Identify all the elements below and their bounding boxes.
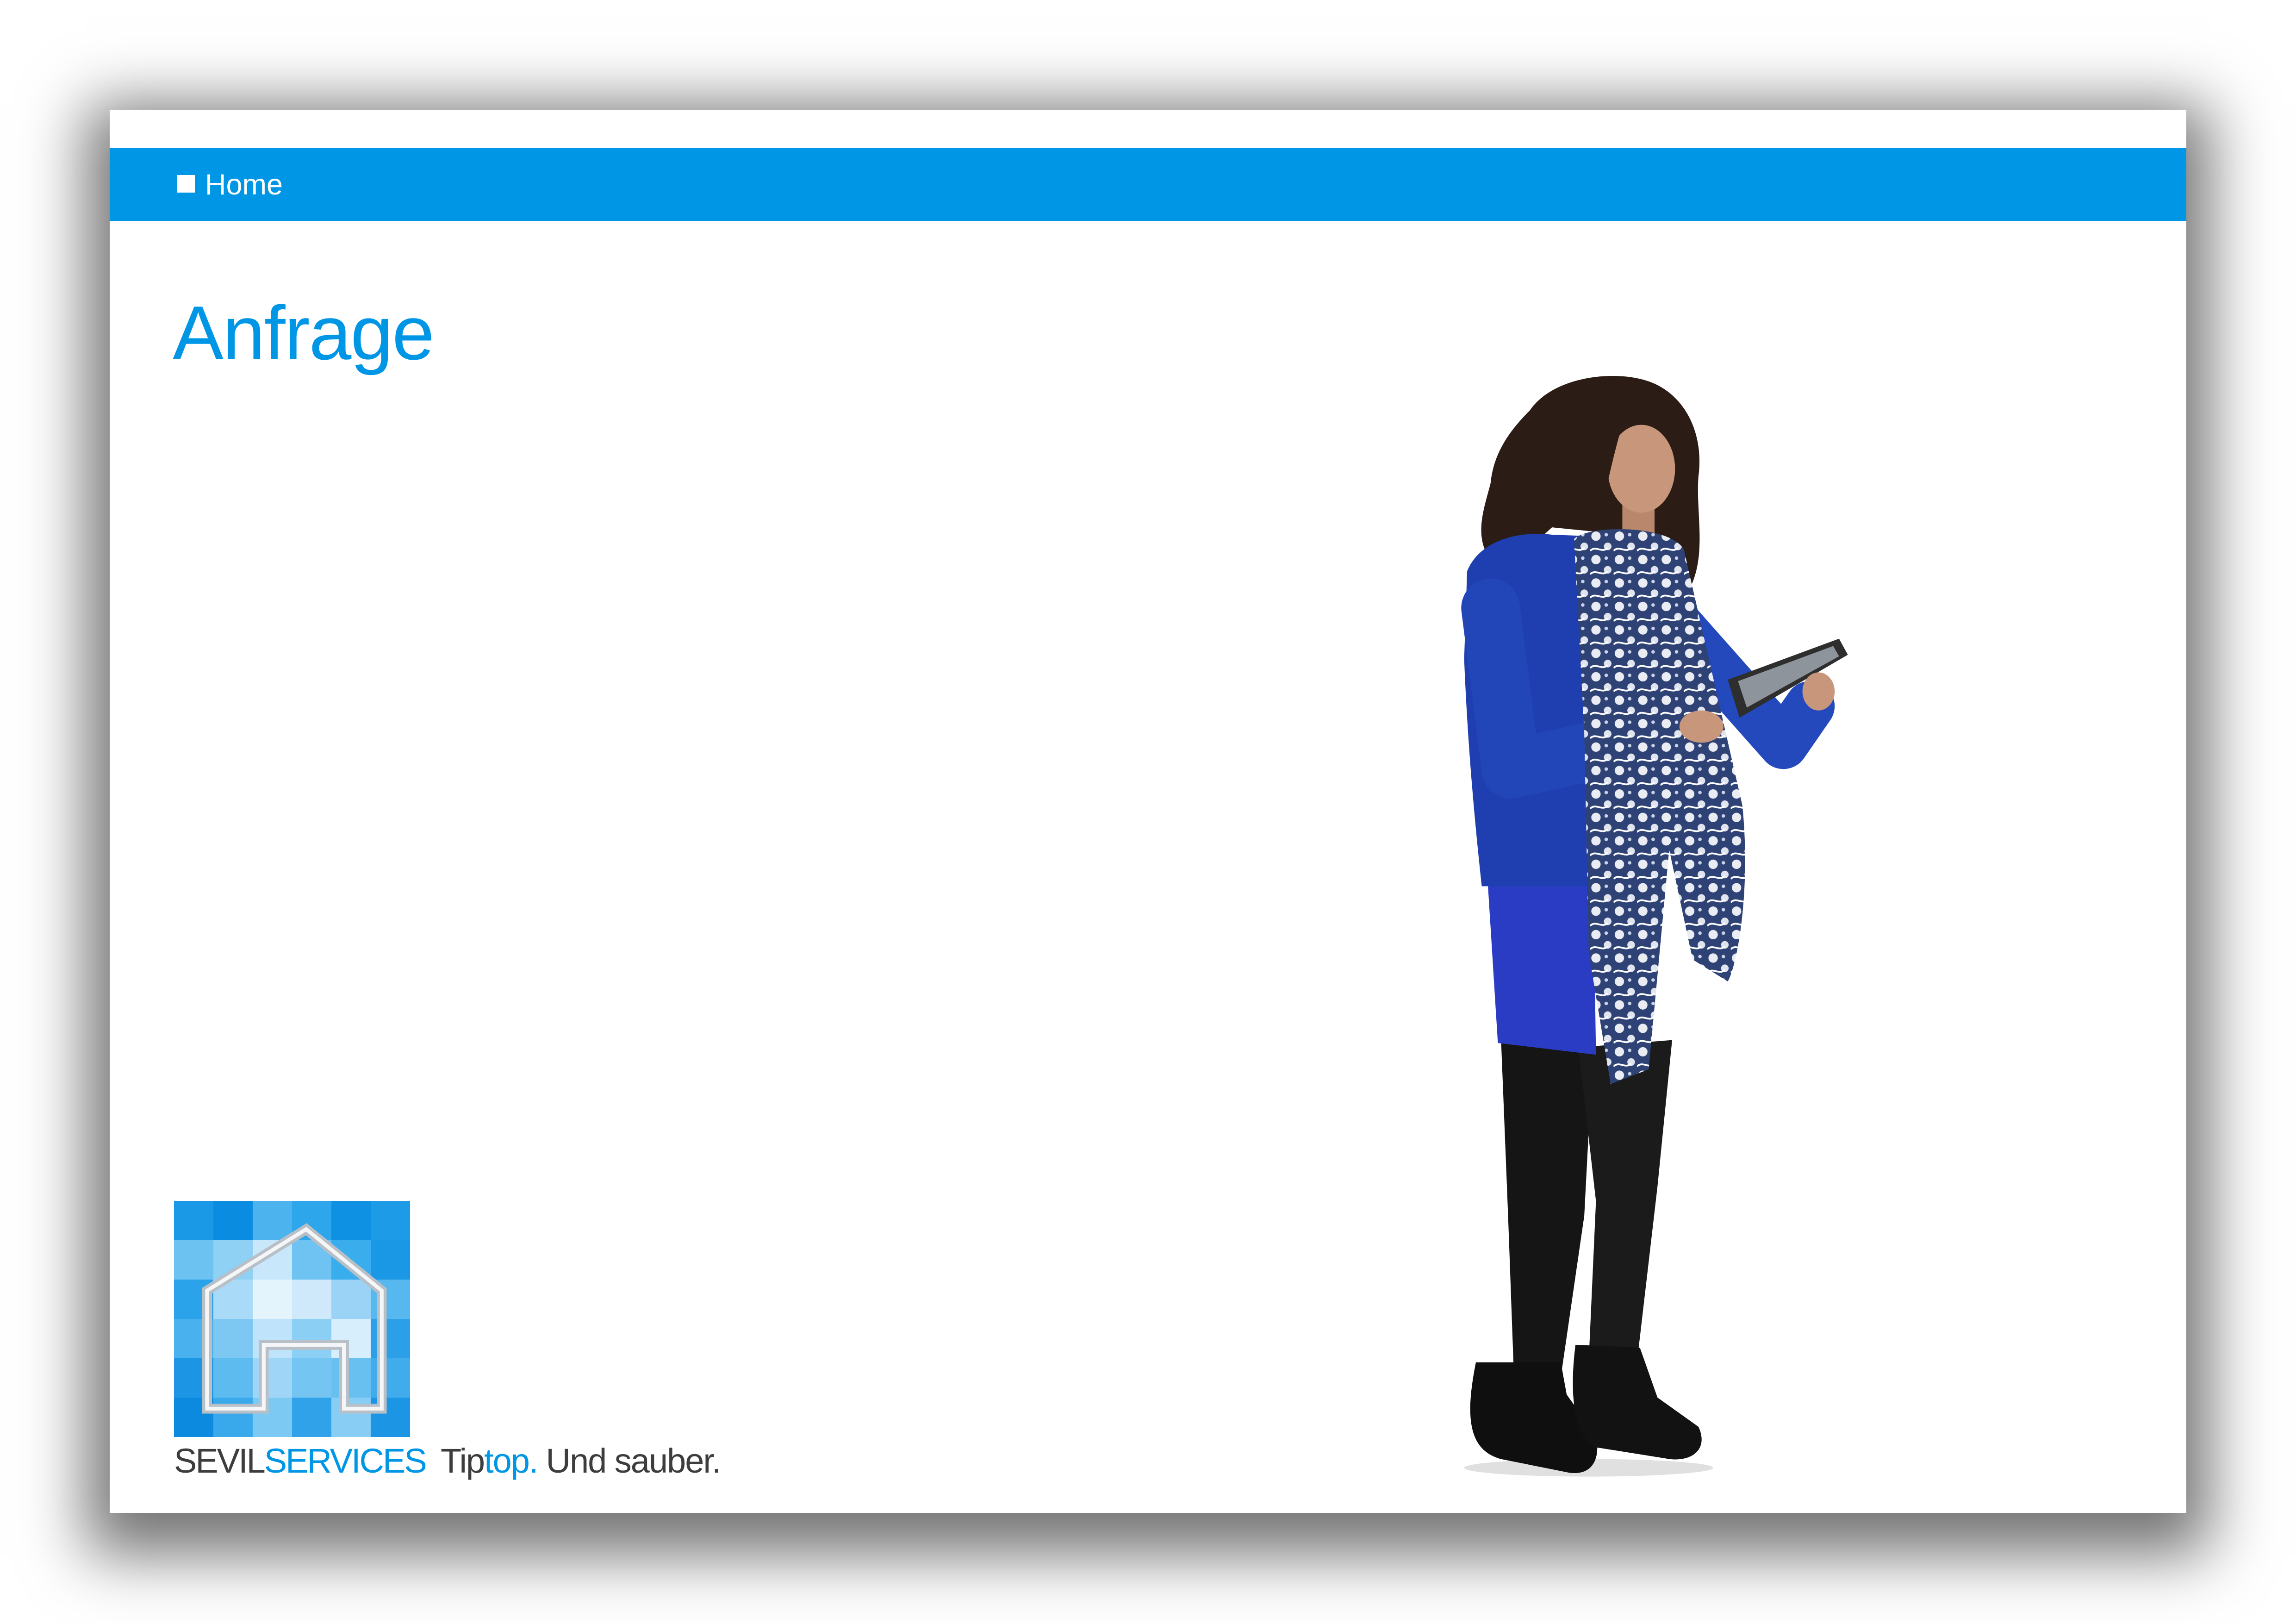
brand-name-part2: SERVICES [264, 1442, 427, 1480]
woman-with-tablet-photo [1461, 376, 1848, 1477]
nav-home-label: Home [205, 168, 283, 201]
logo-tile [213, 1358, 253, 1398]
logo-tile [371, 1201, 410, 1241]
logo-tile [253, 1280, 292, 1319]
top-navigation-bar: Home [110, 148, 2186, 221]
logo-tile [174, 1240, 214, 1280]
logo-tile [253, 1201, 292, 1241]
logo-tile [292, 1280, 332, 1319]
brand-name: SEVILSERVICES [174, 1442, 427, 1480]
logo-tile [174, 1201, 214, 1241]
right-boot [1573, 1344, 1702, 1460]
blouse [1486, 857, 1596, 1055]
right-leg [1578, 1040, 1672, 1362]
logo-tile [213, 1201, 253, 1241]
logo-tile [371, 1319, 410, 1359]
logo-tile [371, 1398, 410, 1437]
house-icon[interactable] [174, 1201, 410, 1437]
page-card: Home Anfrage SEVILSERVICES Tiptop. Und sa… [110, 110, 2186, 1513]
logo-tile [292, 1398, 332, 1437]
logo-tile [371, 1240, 410, 1280]
logo-tile [331, 1358, 371, 1398]
square-icon [177, 175, 195, 193]
right-hand [1802, 672, 1835, 711]
logo-tile [331, 1319, 371, 1359]
logo-tile [371, 1358, 410, 1398]
page-title: Anfrage [173, 290, 435, 375]
slogan-part1: Tip [441, 1442, 485, 1480]
logo-tile [331, 1201, 371, 1241]
logo-tile [292, 1319, 332, 1359]
logo-tile [253, 1319, 292, 1359]
slogan-part2: top. [484, 1442, 538, 1480]
brand-slogan: Tiptop. Und sauber. [441, 1442, 722, 1480]
left-leg [1500, 1032, 1593, 1377]
left-hand [1679, 710, 1724, 743]
logo-tile [213, 1319, 253, 1359]
brand-name-part1: SEVIL [174, 1442, 266, 1480]
logo-tile [292, 1358, 332, 1398]
scarf [1574, 529, 1745, 1084]
logo-tile [253, 1358, 292, 1398]
logo-tile [213, 1398, 253, 1437]
logo-tile [253, 1398, 292, 1437]
nav-home-link[interactable]: Home [177, 148, 283, 221]
logo-tile [331, 1398, 371, 1437]
logo-tile [331, 1280, 371, 1319]
slogan-part3: Und sauber. [546, 1442, 722, 1480]
